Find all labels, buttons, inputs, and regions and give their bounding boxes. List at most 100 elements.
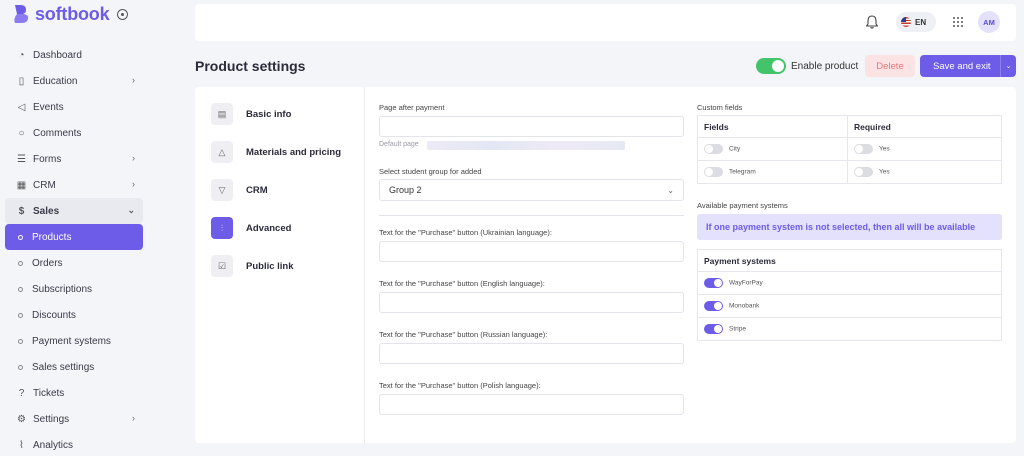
chevron-right-icon: ›	[132, 75, 135, 85]
sidebar-item-orders[interactable]: Orders	[5, 250, 143, 276]
fields-column-header: Fields	[697, 115, 848, 138]
filter-icon: ▽	[211, 179, 233, 201]
dollar-icon: $	[18, 205, 25, 217]
purchase-en-input[interactable]	[379, 292, 684, 313]
bullet-icon	[18, 338, 23, 344]
default-page-hint: Default page	[379, 141, 419, 148]
custom-fields-title: Custom fields	[697, 103, 743, 112]
sidebar-item-tickets[interactable]: ? Tickets	[5, 380, 143, 406]
sidebar-item-payment-systems[interactable]: Payment systems	[5, 328, 143, 354]
logo-icon	[14, 5, 29, 23]
us-flag-icon	[901, 17, 911, 27]
enable-product-label: Enable product	[791, 61, 859, 72]
sidebar-item-label: Events	[33, 101, 64, 113]
payment-notice: If one payment system is not selected, t…	[697, 214, 1002, 240]
sidebar: softbook ◔ Dashboard ▯ Education › ◁ Eve…	[0, 0, 150, 456]
chevron-down-icon: ⌄	[667, 186, 674, 195]
chevron-down-icon: ⌄	[127, 205, 135, 215]
megaphone-icon: ◁	[17, 101, 26, 113]
city-field-toggle[interactable]	[704, 144, 723, 154]
sidebar-collapse-icon[interactable]	[117, 8, 129, 20]
payment-system-label: Stripe	[729, 325, 746, 333]
sidebar-item-sales-settings[interactable]: Sales settings	[5, 354, 143, 380]
bullet-icon	[18, 312, 23, 318]
save-and-exit-button[interactable]: Save and exit ⌄	[920, 55, 1016, 77]
topbar: EN AM	[195, 4, 1016, 41]
delete-button[interactable]: Delete	[865, 55, 915, 77]
book-icon: ▯	[18, 75, 25, 87]
logo[interactable]: softbook	[12, 4, 129, 24]
settings-card: ▤ Basic info △ Materials and pricing ▽ C…	[195, 87, 1016, 443]
chevron-right-icon: ›	[132, 153, 135, 163]
document-icon: ▤	[211, 103, 233, 125]
student-group-label: Select student group for added	[379, 167, 482, 176]
sidebar-item-events[interactable]: ◁ Events	[5, 94, 143, 120]
chevron-right-icon: ›	[132, 179, 135, 189]
sidebar-item-label: Payment systems	[32, 335, 111, 347]
table-row: Stripe	[697, 317, 1002, 341]
sidebar-item-forms[interactable]: ☰ Forms ›	[5, 146, 143, 172]
sidebar-item-discounts[interactable]: Discounts	[5, 302, 143, 328]
save-and-exit-label: Save and exit	[933, 60, 991, 72]
avatar[interactable]: AM	[978, 11, 1000, 33]
wayforpay-toggle[interactable]	[704, 278, 723, 288]
stripe-toggle[interactable]	[704, 324, 723, 334]
purchase-ru-label: Text for the "Purchase" button (Russian …	[379, 330, 548, 339]
chevron-right-icon: ›	[132, 413, 135, 423]
tab-label: Basic info	[246, 108, 292, 120]
sidebar-item-label: Education	[33, 75, 78, 87]
page-after-payment-input[interactable]	[379, 116, 684, 137]
purchase-ua-label: Text for the "Purchase" button (Ukrainia…	[379, 228, 552, 237]
bell-icon[interactable]	[866, 15, 878, 29]
enable-product-toggle[interactable]	[756, 58, 786, 74]
sidebar-item-crm[interactable]: ▦ CRM ›	[5, 172, 143, 198]
sidebar-item-education[interactable]: ▯ Education ›	[5, 68, 143, 94]
tab-label: Materials and pricing	[246, 146, 342, 158]
purchase-ua-input[interactable]	[379, 241, 684, 262]
chat-icon: ○	[18, 127, 25, 139]
tab-public-link[interactable]: ☑ Public link	[211, 255, 294, 277]
telegram-required-toggle[interactable]	[854, 167, 873, 177]
monobank-toggle[interactable]	[704, 301, 723, 311]
field-label: Telegram	[729, 168, 756, 176]
required-label: Yes	[879, 145, 890, 153]
purchase-pl-input[interactable]	[379, 394, 684, 415]
tab-advanced[interactable]: ⫶ Advanced	[211, 217, 291, 239]
shapes-icon: △	[211, 141, 233, 163]
table-row: WayForPay	[697, 271, 1002, 295]
payment-systems-title: Available payment systems	[697, 201, 788, 210]
tab-materials-and-pricing[interactable]: △ Materials and pricing	[211, 141, 341, 163]
bullet-icon	[18, 286, 23, 292]
sidebar-item-settings[interactable]: ⚙ Settings ›	[5, 406, 143, 432]
student-group-select[interactable]: Group 2 ⌄	[379, 179, 684, 201]
grid-icon: ▦	[16, 179, 27, 191]
telegram-field-toggle[interactable]	[704, 167, 723, 177]
chevron-down-icon[interactable]: ⌄	[1000, 55, 1016, 77]
purchase-pl-label: Text for the "Purchase" button (Polish l…	[379, 381, 541, 390]
payment-systems-table: Payment systems WayForPay Monobank Strip…	[697, 249, 1002, 341]
sidebar-item-subscriptions[interactable]: Subscriptions	[5, 276, 143, 302]
sidebar-item-dashboard[interactable]: ◔ Dashboard	[5, 42, 143, 68]
language-label: EN	[915, 17, 927, 27]
sidebar-item-analytics[interactable]: ⌇ Analytics	[5, 432, 143, 456]
gear-icon: ⚙	[17, 413, 26, 425]
tab-crm[interactable]: ▽ CRM	[211, 179, 268, 201]
sliders-icon: ⫶	[211, 217, 233, 239]
sidebar-item-label: Subscriptions	[32, 283, 93, 295]
tab-basic-info[interactable]: ▤ Basic info	[211, 103, 291, 125]
sidebar-item-products[interactable]: Products	[5, 224, 143, 250]
divider	[379, 215, 684, 216]
sidebar-item-comments[interactable]: ○ Comments	[5, 120, 143, 146]
checkbox-icon: ☑	[211, 255, 233, 277]
sidebar-item-label: Sales settings	[32, 361, 95, 373]
sidebar-item-sales[interactable]: $ Sales ⌄	[5, 198, 143, 224]
city-required-toggle[interactable]	[854, 144, 873, 154]
sidebar-item-label: Tickets	[33, 387, 65, 399]
tab-label: Public link	[246, 260, 294, 272]
language-selector[interactable]: EN	[896, 12, 936, 32]
apps-grid-icon[interactable]	[953, 17, 963, 27]
analytics-icon: ⌇	[19, 439, 24, 451]
purchase-ru-input[interactable]	[379, 343, 684, 364]
help-icon: ?	[18, 387, 25, 399]
bullet-icon	[18, 260, 23, 266]
